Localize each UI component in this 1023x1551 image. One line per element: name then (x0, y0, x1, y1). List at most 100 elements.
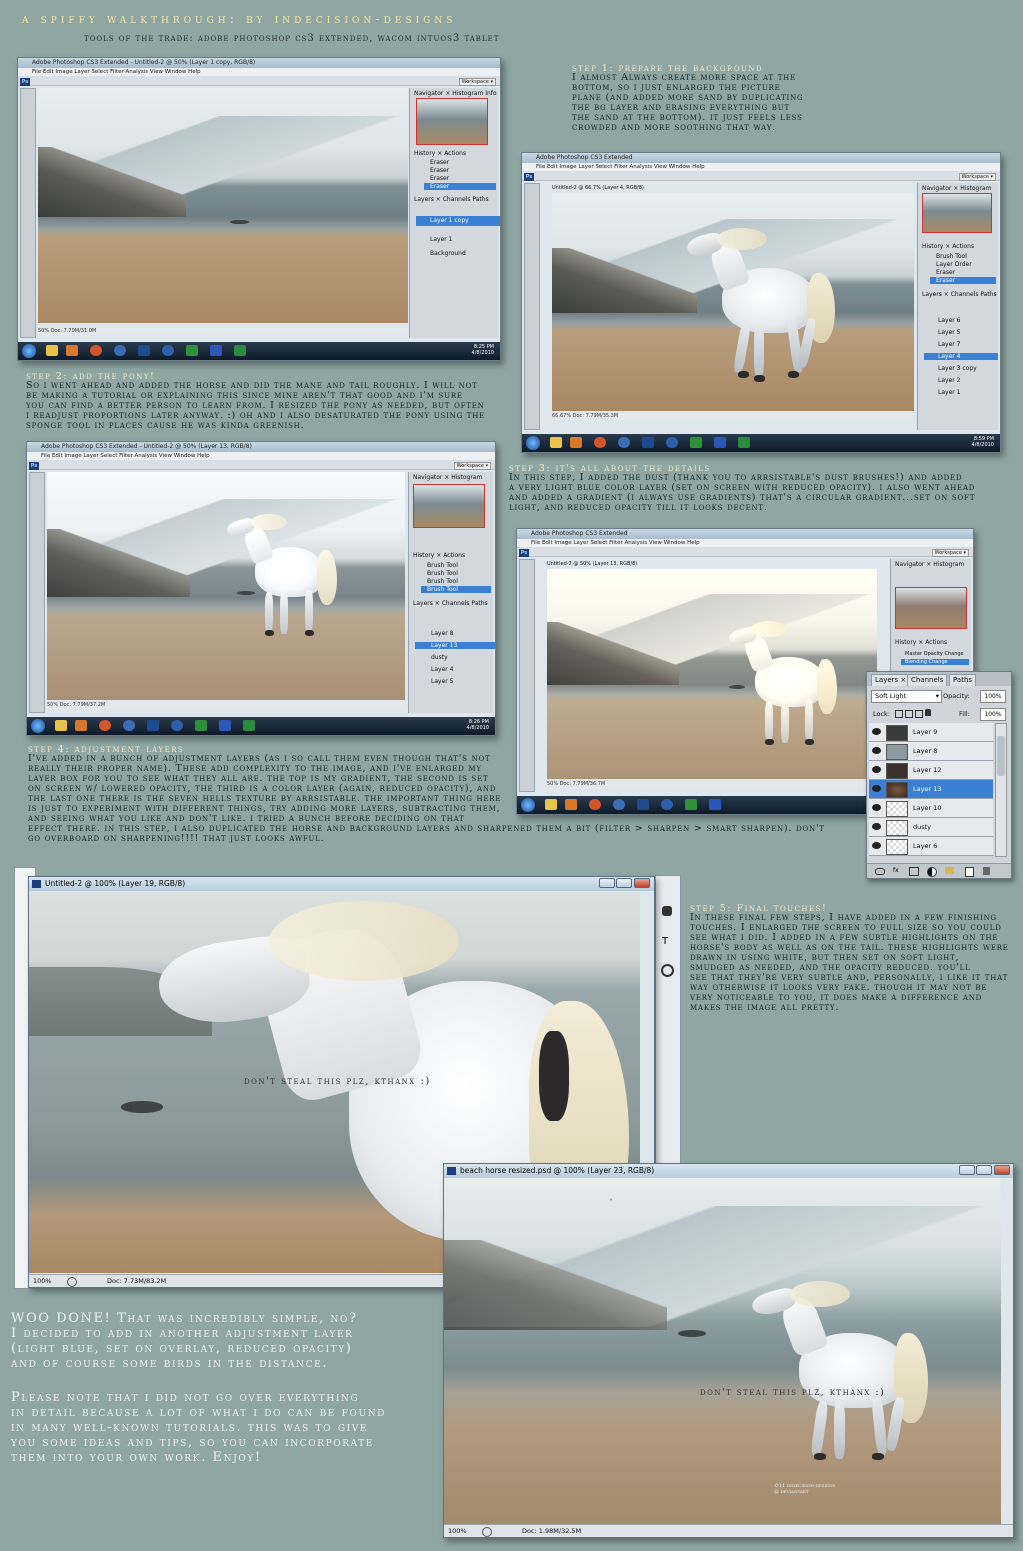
folder-icon[interactable] (46, 345, 58, 356)
layer-row-selected[interactable]: Layer 1 copy (416, 216, 500, 226)
maximize-button[interactable] (976, 1165, 992, 1175)
app-icon[interactable] (171, 720, 183, 731)
layer-row[interactable]: Layer 1 (430, 236, 452, 243)
close-button[interactable] (634, 878, 650, 888)
firefox-icon[interactable] (90, 345, 102, 356)
app-icon[interactable] (690, 437, 702, 448)
eye-icon[interactable] (872, 804, 881, 811)
workspace-menu[interactable]: Workspace ▾ (931, 549, 969, 557)
new-layer-icon[interactable] (965, 867, 974, 877)
history-item[interactable]: Brush Tool (427, 578, 458, 585)
eye-icon[interactable] (872, 766, 881, 773)
workspace-menu[interactable]: Workspace ▾ (958, 173, 996, 181)
eye-icon[interactable] (872, 728, 881, 735)
history-item[interactable]: Brush Tool (427, 570, 458, 577)
layer-row[interactable]: Layer 8 (869, 742, 993, 761)
photoshop-taskbar-icon[interactable] (642, 437, 654, 448)
menu-bar[interactable]: File Edit Image Layer Select Filter Anal… (522, 163, 1000, 171)
trash-icon[interactable] (983, 867, 990, 875)
app-icon[interactable] (195, 720, 207, 731)
folder-icon[interactable] (550, 437, 562, 448)
app-icon[interactable] (219, 720, 231, 731)
app-icon[interactable] (210, 345, 222, 356)
layer-row[interactable]: Layer 1 (938, 389, 960, 396)
layers-scrollbar[interactable] (995, 723, 1007, 857)
type-tool-icon[interactable]: T (662, 936, 668, 947)
layer-row[interactable]: Layer 6 (869, 837, 993, 856)
app-icon[interactable] (186, 345, 198, 356)
layer-row[interactable]: Layer 12 (869, 761, 993, 780)
layer-row[interactable]: Background (430, 250, 466, 257)
history-item[interactable]: Brush Tool (427, 562, 458, 569)
firefox-icon[interactable] (99, 720, 111, 731)
layer-row[interactable]: Layer 5 (431, 678, 453, 685)
lock-transparency-icon[interactable] (895, 710, 903, 718)
eye-icon[interactable] (872, 842, 881, 849)
lock-brush-icon[interactable] (905, 710, 913, 718)
adjustment-icon[interactable] (927, 867, 937, 877)
layer-row[interactable]: Layer 5 (938, 329, 960, 336)
photoshop-taskbar-icon[interactable] (138, 345, 150, 356)
menu-bar[interactable]: File Edit Image Layer Select Filter Anal… (517, 539, 973, 547)
zoom-tool-icon[interactable] (661, 964, 674, 977)
history-item-selected[interactable]: Blending Change (901, 659, 969, 665)
excel-icon[interactable] (243, 720, 255, 731)
history-item[interactable]: Eraser (936, 269, 955, 276)
history-item-selected[interactable]: Eraser (424, 183, 496, 190)
app-icon[interactable] (123, 720, 135, 731)
history-item-selected[interactable]: Brush Tool (421, 586, 491, 593)
menu-bar[interactable]: File Edit Image Layer Select Filter Anal… (27, 452, 495, 460)
canvas[interactable] (552, 193, 914, 411)
layer-row[interactable]: Layer 4 (431, 666, 453, 673)
maximize-button[interactable] (616, 878, 632, 888)
firefox-icon[interactable] (594, 437, 606, 448)
media-icon[interactable] (570, 437, 582, 448)
start-button-icon[interactable] (526, 436, 540, 450)
photoshop-taskbar-icon[interactable] (147, 720, 159, 731)
history-item[interactable]: Eraser (430, 175, 449, 182)
history-item[interactable]: Master Opacity Change (905, 651, 964, 657)
history-item[interactable]: Eraser (430, 167, 449, 174)
layer-row[interactable]: dusty (431, 654, 448, 661)
media-icon[interactable] (75, 720, 87, 731)
tools-panel[interactable] (524, 183, 540, 430)
fill-field[interactable]: 100% (980, 708, 1006, 721)
close-button[interactable] (994, 1165, 1010, 1175)
tab-channels[interactable]: Channels (907, 674, 948, 686)
document-tab[interactable]: Untitled-2 @ 66.7% (Layer 4, RGB/8) (552, 185, 644, 191)
canvas[interactable] (38, 88, 408, 323)
layer-row[interactable]: Layer 10 (869, 799, 993, 818)
layer-row[interactable]: Layer 8 (431, 630, 453, 637)
navigator-preview[interactable] (895, 587, 967, 629)
workspace-menu[interactable]: Workspace ▾ (453, 462, 491, 470)
app-icon[interactable] (618, 437, 630, 448)
document-tab[interactable]: Untitled-2 @ 50% (Layer 13, RGB/8) (547, 561, 637, 567)
blend-mode-select[interactable]: Soft Light ▾ (871, 690, 942, 703)
layer-row-selected[interactable]: Layer 4 (924, 353, 998, 360)
workspace-menu[interactable]: Workspace ▾ (458, 78, 496, 86)
start-button-icon[interactable] (22, 344, 36, 358)
hand-tool-icon[interactable] (662, 906, 672, 916)
tools-panel[interactable] (29, 472, 45, 713)
layer-row-selected[interactable]: Layer 13 (415, 642, 495, 649)
media-icon[interactable] (66, 345, 78, 356)
canvas[interactable]: ˅ ©11 indecision-designs @ deviantart (444, 1178, 1001, 1524)
zoom-level[interactable]: 100% (448, 1525, 467, 1537)
minimize-button[interactable] (959, 1165, 975, 1175)
link-icon[interactable] (875, 868, 885, 875)
layer-row-selected[interactable]: Layer 13 (869, 780, 993, 799)
menu-bar[interactable]: File Edit Image Layer Select Filter Anal… (18, 68, 500, 76)
app-icon[interactable] (714, 437, 726, 448)
tab-layers[interactable]: Layers × (871, 674, 911, 686)
navigator-preview[interactable] (413, 484, 485, 528)
layer-row[interactable]: Layer 2 (938, 377, 960, 384)
app-icon[interactable] (666, 437, 678, 448)
history-item[interactable]: Layer Order (936, 261, 972, 268)
start-button-icon[interactable] (31, 719, 45, 733)
status-menu-icon[interactable] (67, 1277, 77, 1287)
app-icon[interactable] (114, 345, 126, 356)
tools-panel[interactable] (20, 88, 36, 338)
layer-row[interactable]: Layer 6 (938, 317, 960, 324)
app-icon[interactable] (162, 345, 174, 356)
excel-icon[interactable] (738, 437, 750, 448)
